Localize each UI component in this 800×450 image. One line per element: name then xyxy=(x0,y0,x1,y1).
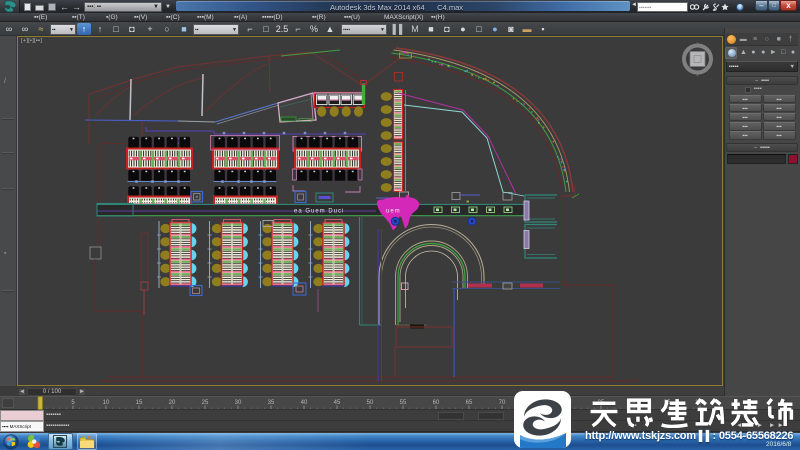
svg-text:45: 45 xyxy=(334,400,341,406)
svg-text:35: 35 xyxy=(268,400,275,406)
svg-text:20: 20 xyxy=(169,400,176,406)
svg-text:ea Guem Duci: ea Guem Duci xyxy=(294,208,344,214)
svg-text:25: 25 xyxy=(202,400,209,406)
svg-text:60: 60 xyxy=(433,400,440,406)
svg-text:5: 5 xyxy=(71,400,75,406)
svg-text:55: 55 xyxy=(400,400,407,406)
svg-text:65: 65 xyxy=(466,400,473,406)
svg-text:10: 10 xyxy=(103,400,110,406)
svg-text:50: 50 xyxy=(367,400,374,406)
svg-text:70: 70 xyxy=(499,400,506,406)
svg-text:uem: uem xyxy=(386,208,401,214)
svg-text:40: 40 xyxy=(301,400,308,406)
svg-text:30: 30 xyxy=(235,400,242,406)
svg-text:15: 15 xyxy=(136,400,143,406)
